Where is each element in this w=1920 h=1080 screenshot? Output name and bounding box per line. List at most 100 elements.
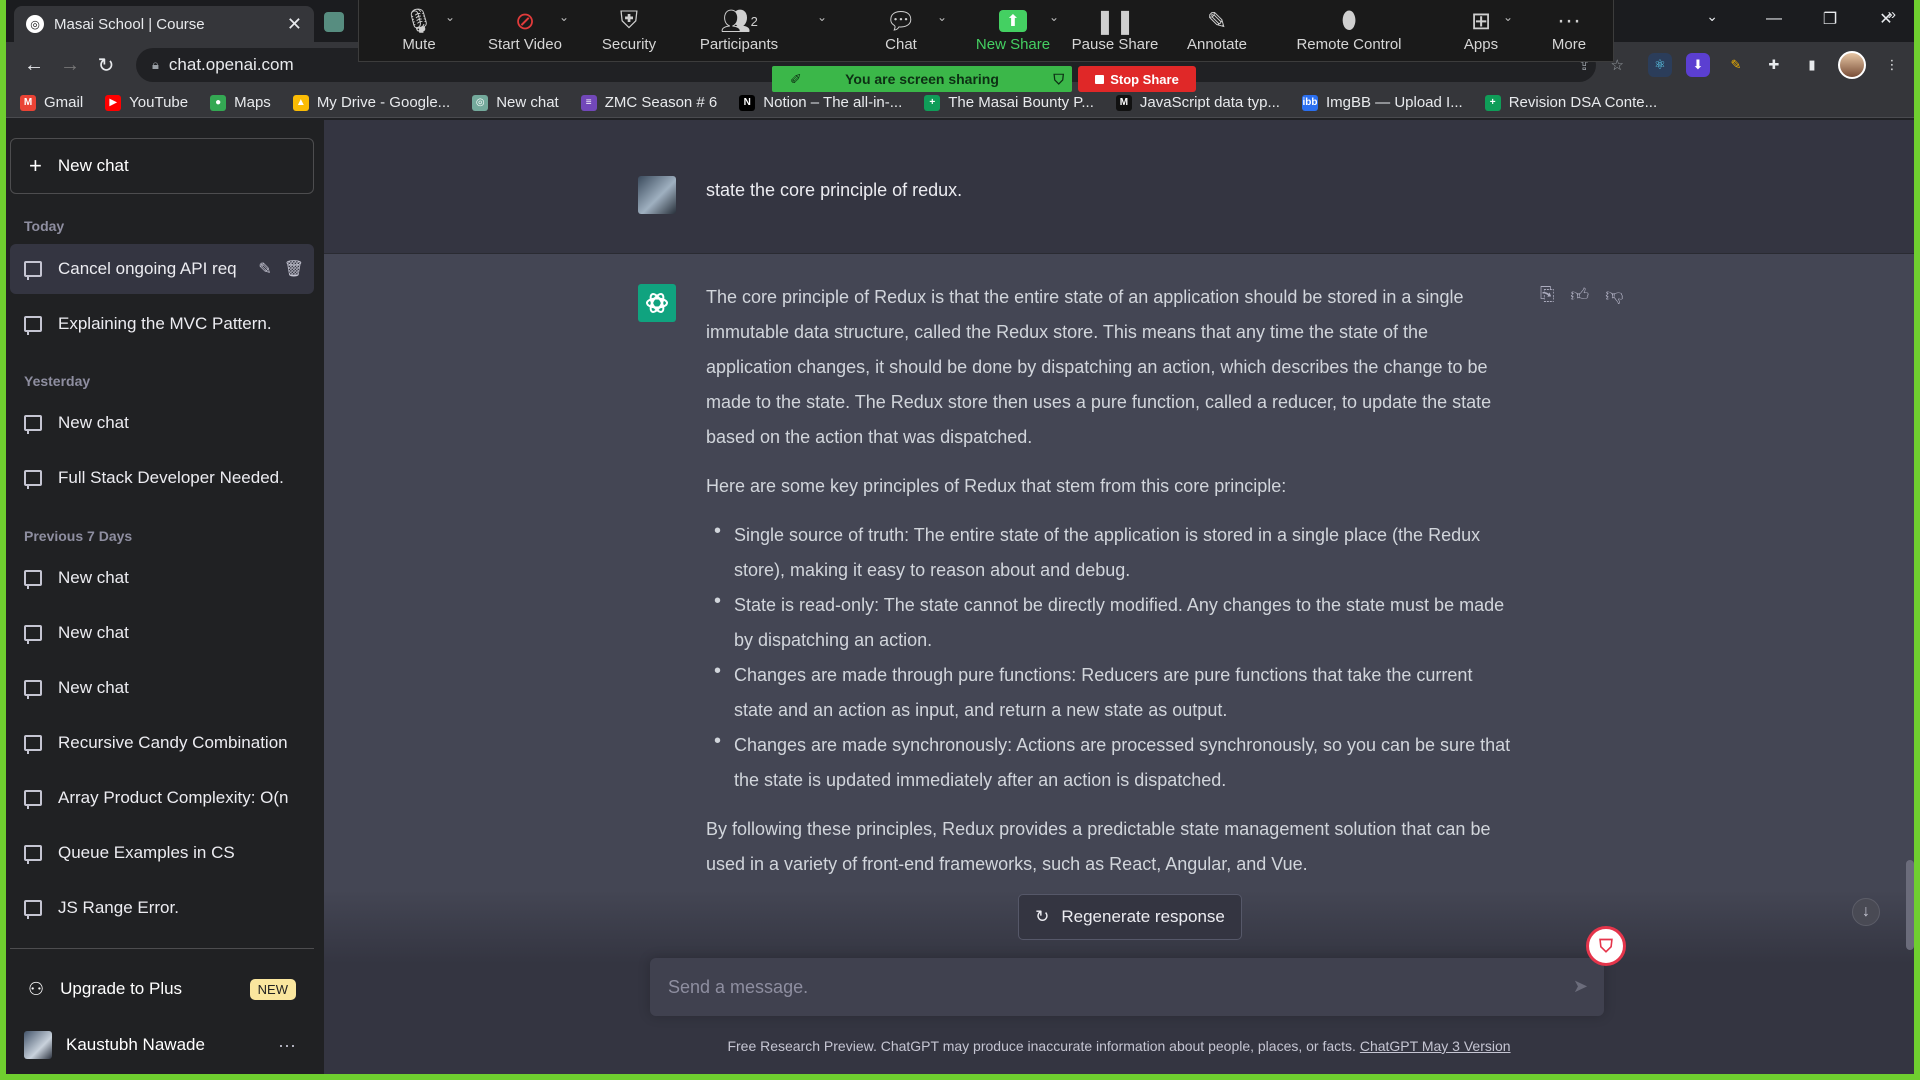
chat-item-label: Explaining the MVC Pattern.: [58, 314, 272, 333]
bookmarks-overflow-icon[interactable]: »: [1888, 6, 1896, 23]
react-devtools-icon[interactable]: ⚛: [1648, 53, 1672, 77]
more-dots-icon[interactable]: ···: [278, 1035, 296, 1056]
user-menu-button[interactable]: Kaustubh Nawade ···: [10, 1020, 314, 1070]
bookmark-item[interactable]: N Notion – The all-in-...: [739, 94, 902, 111]
side-panel-icon[interactable]: ▮: [1800, 53, 1824, 77]
download-extension-icon[interactable]: ⬇: [1686, 53, 1710, 77]
security-button[interactable]: ⛨ Security: [579, 6, 679, 53]
user-icon: ⚇: [28, 978, 45, 999]
participants-button[interactable]: 👥︎ 2 Participants: [689, 6, 789, 54]
version-link[interactable]: ChatGPT May 3 Version: [1360, 1038, 1511, 1054]
bookmark-item[interactable]: + Revision DSA Conte...: [1484, 94, 1657, 111]
browser-menu-icon[interactable]: ⋮: [1880, 53, 1904, 77]
apps-grid-icon: ⊞: [1470, 7, 1492, 35]
minimize-icon[interactable]: —: [1746, 0, 1802, 38]
chat-label: Chat: [885, 36, 917, 53]
chat-bubble-icon: [24, 790, 42, 809]
bookmark-item[interactable]: ibb ImgBB — Upload I...: [1301, 94, 1463, 111]
bookmark-item[interactable]: ● Maps: [210, 94, 271, 111]
notion-icon: N: [739, 94, 756, 111]
color-picker-icon[interactable]: ✎: [1724, 53, 1748, 77]
upgrade-to-plus-button[interactable]: ⚇ Upgrade to Plus NEW: [10, 964, 314, 1014]
sidebar-chat-item[interactable]: New chat: [10, 608, 314, 658]
bookmark-item[interactable]: M Gmail: [20, 94, 83, 111]
sidebar-chat-item[interactable]: Queue Examples in CS: [10, 828, 314, 878]
regenerate-response-button[interactable]: ↻ Regenerate response: [1018, 894, 1242, 940]
copy-icon[interactable]: ⎘: [1540, 284, 1554, 306]
lock-icon[interactable]: 🔒︎: [152, 57, 159, 73]
bookmarks-bar: M Gmail ▶ YouTube ● Maps ▲ My Drive - Google...…: [6, 88, 1914, 118]
apps-options-chevron-icon[interactable]: ⌄: [1503, 10, 1513, 24]
bookmark-item[interactable]: ◎ New chat: [472, 94, 559, 111]
scroll-to-bottom-icon[interactable]: ↓: [1852, 898, 1880, 926]
url-text: chat.openai.com: [168, 55, 294, 74]
apps-button[interactable]: ⊞ Apps: [1431, 6, 1531, 54]
start-video-label: Start Video: [488, 36, 562, 53]
pencil-icon: ✎: [1206, 7, 1228, 35]
chat-button[interactable]: 💬︎ Chat: [851, 6, 951, 54]
bookmark-item[interactable]: ▲ My Drive - Google...: [292, 94, 450, 111]
shield-icon: ⛨: [620, 7, 638, 34]
more-button[interactable]: ··· More: [1519, 6, 1619, 53]
participants-count: 2: [750, 13, 758, 29]
thumbs-up-icon[interactable]: 👍︎: [1570, 284, 1589, 306]
grip-icon: ✐: [790, 70, 802, 87]
new-chat-button[interactable]: + New chat: [10, 138, 314, 194]
close-tab-icon[interactable]: ✕: [287, 14, 302, 35]
browser-tab[interactable]: ◎ Masai School | Course ✕: [14, 6, 314, 42]
sidebar-chat-item[interactable]: Cancel ongoing API req ✎ 🗑︎: [10, 244, 314, 294]
new-share-button[interactable]: ⬆ New Share: [963, 6, 1063, 53]
stop-share-button[interactable]: Stop Share: [1078, 66, 1196, 92]
close-window-icon[interactable]: ✕: [1858, 0, 1914, 38]
bookmark-item[interactable]: ≡ ZMC Season # 6: [580, 94, 718, 111]
sidebar-chat-item[interactable]: Array Product Complexity: O(n: [10, 773, 314, 823]
sidebar-chat-item[interactable]: New chat: [10, 398, 314, 448]
floating-extension-shield-icon[interactable]: ⛉: [1586, 926, 1626, 966]
participants-options-chevron-icon[interactable]: ⌄: [817, 10, 827, 24]
mute-options-chevron-icon[interactable]: ⌄: [445, 10, 455, 24]
remote-control-button[interactable]: ⬮ Remote Control: [1279, 6, 1419, 53]
bookmark-item[interactable]: ▶ YouTube: [105, 94, 188, 111]
thumbs-down-icon[interactable]: 👎︎: [1605, 284, 1623, 306]
user-avatar: [638, 176, 676, 214]
share-options-chevron-icon[interactable]: ⌄: [1049, 10, 1059, 24]
apps-label: Apps: [1463, 36, 1499, 53]
bookmark-item[interactable]: M JavaScript data typ...: [1115, 94, 1280, 111]
refresh-icon: ↻: [1035, 907, 1050, 926]
sidebar-chat-item[interactable]: New chat: [10, 553, 314, 603]
stop-square-icon: [1095, 74, 1105, 84]
message-input[interactable]: [668, 976, 1548, 998]
sidebar-chat-item[interactable]: Full Stack Developer Needed.: [10, 453, 314, 503]
send-icon[interactable]: ➤: [1573, 976, 1588, 997]
chat-bubble-icon: [24, 845, 42, 864]
participants-icon: 👥︎ 2: [720, 7, 758, 35]
sidebar-chat-item[interactable]: Explaining the MVC Pattern.: [10, 299, 314, 349]
user-avatar: [24, 1031, 52, 1059]
bookmark-label: ZMC Season # 6: [604, 94, 718, 111]
microphone-icon: 🎙︎: [403, 7, 435, 35]
second-tab-favicon-icon[interactable]: [324, 12, 344, 32]
tab-search-chevron-icon[interactable]: ⌄: [1706, 8, 1718, 25]
delete-trash-icon[interactable]: 🗑︎: [284, 259, 304, 279]
screen-sharing-banner[interactable]: ✐ You are screen sharing ⛉: [772, 66, 1072, 92]
mute-label: Mute: [402, 36, 436, 53]
video-options-chevron-icon[interactable]: ⌄: [559, 10, 569, 24]
scrollbar-thumb[interactable]: [1906, 860, 1914, 950]
profile-avatar[interactable]: [1838, 51, 1866, 79]
forward-icon[interactable]: →: [52, 47, 88, 83]
user-name: Kaustubh Nawade: [66, 1035, 205, 1054]
sidebar-chat-item[interactable]: JS Range Error.: [10, 883, 314, 933]
bookmark-item[interactable]: + The Masai Bounty P...: [924, 94, 1094, 111]
restore-icon[interactable]: ❐: [1802, 0, 1858, 38]
back-icon[interactable]: ←: [16, 47, 52, 83]
user-message: state the core principle of redux.: [324, 120, 1914, 254]
sidebar-chat-item[interactable]: New chat: [10, 663, 314, 713]
annotate-button[interactable]: ✎ Annotate: [1167, 6, 1267, 54]
reload-icon[interactable]: ↻: [88, 47, 124, 83]
extensions-puzzle-icon[interactable]: ✚: [1762, 53, 1786, 77]
chat-bubble-icon: [24, 570, 42, 589]
sidebar-chat-item[interactable]: Recursive Candy Combination: [10, 718, 314, 768]
chat-options-chevron-icon[interactable]: ⌄: [937, 10, 947, 24]
pause-share-button[interactable]: ❚❚ Pause Share: [1065, 6, 1165, 54]
edit-pencil-icon[interactable]: ✎: [258, 259, 271, 279]
